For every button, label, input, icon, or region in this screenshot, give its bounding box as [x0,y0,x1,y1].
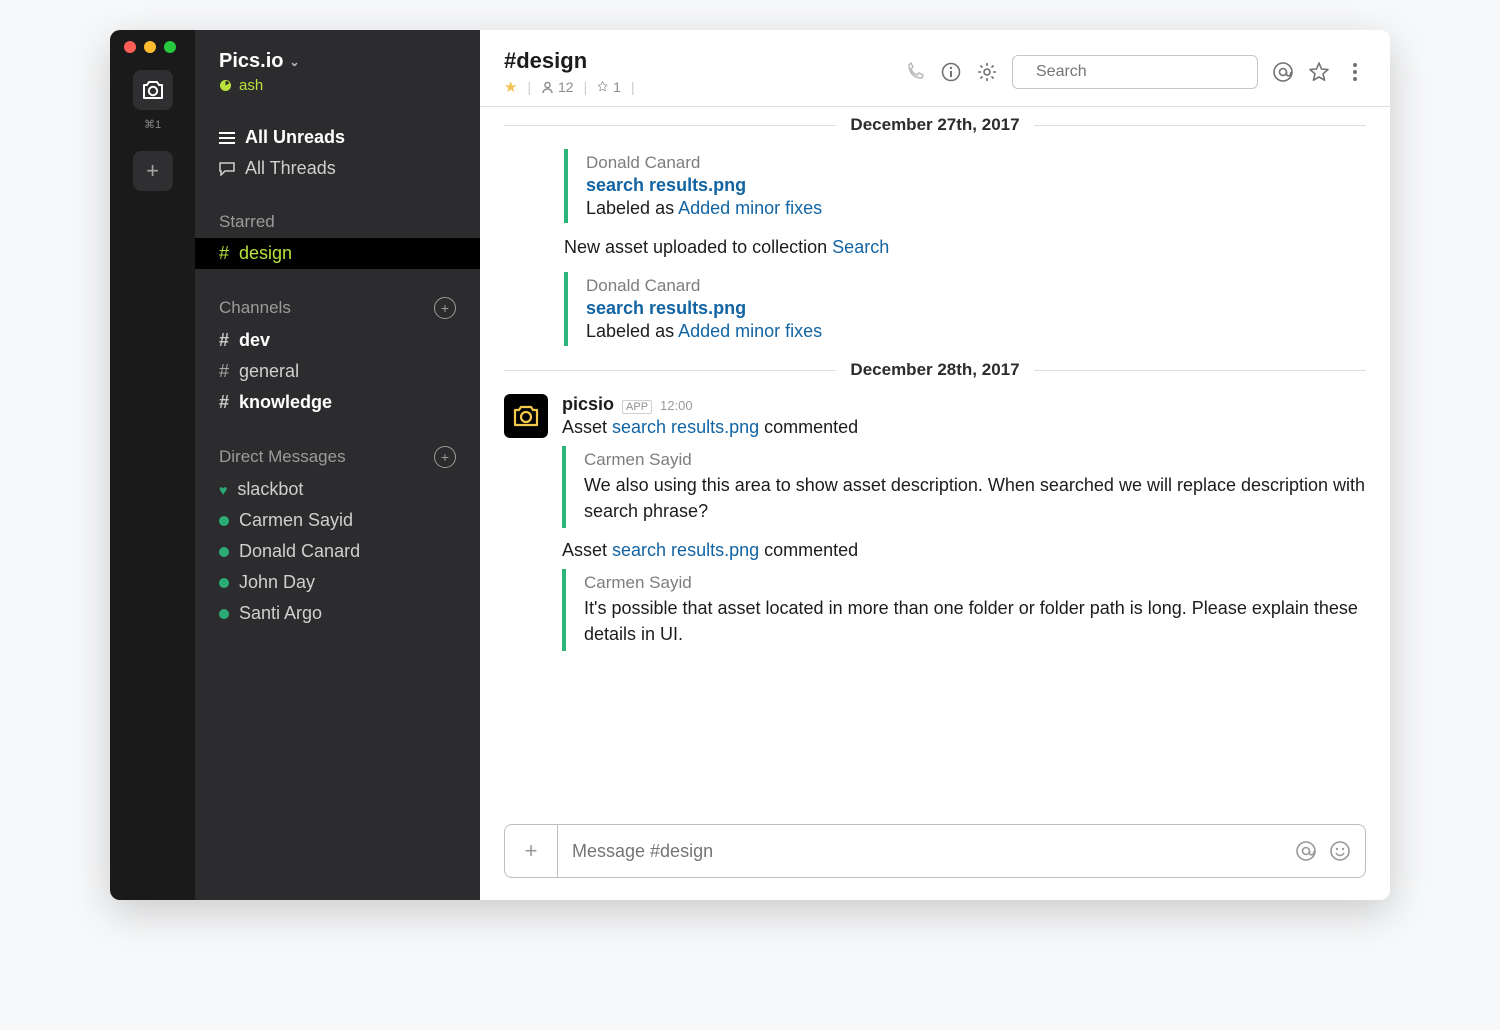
presence-dot-icon [219,609,229,619]
avatar[interactable] [504,394,548,438]
comment-attachment: Carmen Sayid It's possible that asset lo… [562,569,1366,651]
list-icon [219,132,235,144]
settings-button[interactable] [976,61,998,83]
label-link[interactable]: Added minor fixes [678,321,822,341]
add-channel-button[interactable]: + [434,297,456,319]
hash-icon: # [219,243,229,264]
dm-carmen[interactable]: Carmen Sayid [195,505,480,536]
window-controls [124,41,176,53]
attach-button[interactable]: + [505,825,558,877]
presence-dot-icon [219,547,229,557]
dm-santi[interactable]: Santi Argo [195,598,480,629]
channels-heading: Channels + [195,291,480,325]
workspace-shortcut: ⌘1 [144,118,161,131]
sidebar: Pics.io ⌄ ash All Unreads Al [195,30,480,900]
message-composer: + [504,824,1366,878]
comment-body: We also using this area to show asset de… [584,472,1366,524]
app-window: ⌘1 + Pics.io ⌄ ash All Unreads [110,30,1390,900]
date-divider: December 27th, 2017 [504,115,1366,135]
timestamp: 12:00 [660,398,693,413]
member-count[interactable]: 12 [541,79,573,95]
mentions-button[interactable] [1272,61,1294,83]
star-icon[interactable]: ★ [504,78,517,96]
comment-attachment: Carmen Sayid We also using this area to … [562,446,1366,528]
message-line: New asset uploaded to collection Search [564,237,1366,258]
presence-icon [219,79,232,92]
comment-author: Carmen Sayid [584,573,1366,593]
comment-body: It's possible that asset located in more… [584,595,1366,647]
asset-link[interactable]: search results.png [612,417,759,437]
attachment-file-link[interactable]: search results.png [586,298,1366,319]
date-divider: December 28th, 2017 [504,360,1366,380]
attachment: Donald Canard search results.png Labeled… [564,272,1366,346]
close-window-button[interactable] [124,41,136,53]
call-button[interactable] [904,61,926,83]
search-icon [1025,64,1026,80]
hash-icon: # [219,392,229,413]
attachment-file-link[interactable]: search results.png [586,175,1366,196]
hash-icon: # [219,330,229,351]
attachment-author: Donald Canard [586,276,1366,296]
comment-author: Carmen Sayid [584,450,1366,470]
camera-icon [141,80,165,100]
channel-design[interactable]: # design [195,238,480,269]
search-input[interactable] [1034,62,1245,82]
channel-subheader: ★ | 12 | 1 | [504,78,635,96]
dm-slackbot[interactable]: ♥ slackbot [195,474,480,505]
all-threads[interactable]: All Threads [195,153,480,184]
maximize-window-button[interactable] [164,41,176,53]
camera-icon [512,404,540,428]
more-button[interactable] [1344,61,1366,83]
emoji-button[interactable] [1329,840,1351,862]
hash-icon: # [219,361,229,382]
attachment-author: Donald Canard [586,153,1366,173]
workspace-switcher: ⌘1 + [110,30,195,900]
dm-heading: Direct Messages + [195,440,480,474]
message-list[interactable]: December 27th, 2017 Donald Canard search… [480,107,1390,810]
dm-john[interactable]: John Day [195,567,480,598]
current-user[interactable]: ash [219,77,456,94]
channel-knowledge[interactable]: # knowledge [195,387,480,418]
message-input[interactable] [558,841,1295,862]
collection-link[interactable]: Search [832,237,889,257]
pinned-count[interactable]: 1 [597,79,621,95]
sender-name[interactable]: picsio [562,394,614,415]
channel-general[interactable]: # general [195,356,480,387]
presence-dot-icon [219,516,229,526]
titlebar [110,30,1390,64]
workspace-tile[interactable] [133,70,173,110]
thread-icon [219,162,235,176]
add-dm-button[interactable]: + [434,446,456,468]
app-badge: APP [622,400,652,414]
heart-icon: ♥ [219,482,227,498]
add-workspace-button[interactable]: + [133,151,173,191]
starred-heading: Starred [195,206,480,238]
current-user-name: ash [239,77,263,94]
info-button[interactable] [940,61,962,83]
mention-button[interactable] [1295,840,1317,862]
message: picsio APP 12:00 Asset search results.pn… [504,394,1366,663]
presence-dot-icon [219,578,229,588]
asset-link[interactable]: search results.png [612,540,759,560]
label-link[interactable]: Added minor fixes [678,198,822,218]
star-items-button[interactable] [1308,61,1330,83]
main-pane: #design ★ | 12 | 1 | [480,30,1390,900]
channel-dev[interactable]: # dev [195,325,480,356]
attachment: Donald Canard search results.png Labeled… [564,149,1366,223]
minimize-window-button[interactable] [144,41,156,53]
dm-donald[interactable]: Donald Canard [195,536,480,567]
all-unreads[interactable]: All Unreads [195,122,480,153]
